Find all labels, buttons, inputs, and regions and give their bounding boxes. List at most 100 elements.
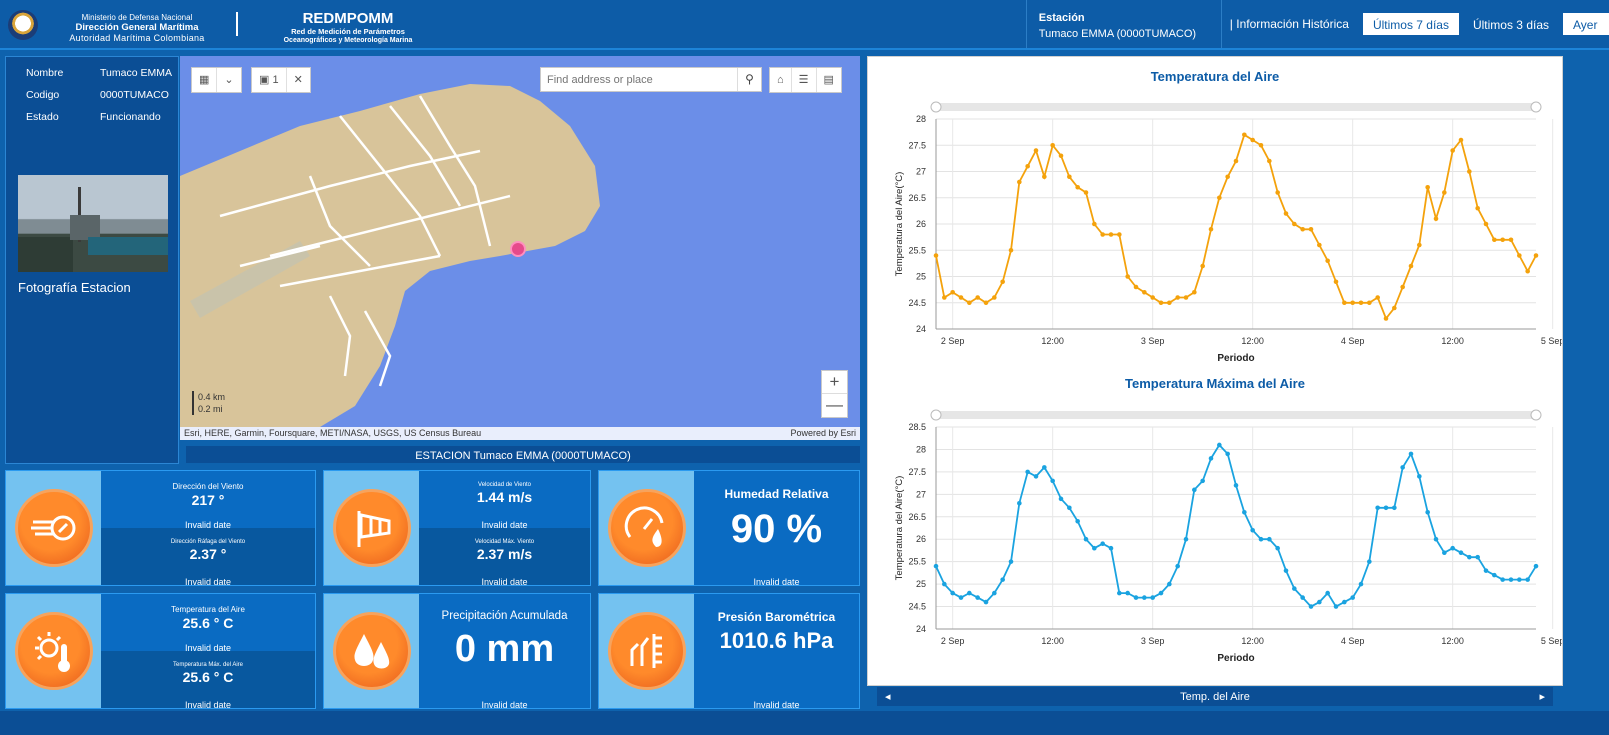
powered-by[interactable]: Powered by Esri bbox=[790, 428, 856, 439]
data-point[interactable] bbox=[1200, 478, 1205, 484]
zoom-in-button[interactable]: + bbox=[822, 371, 847, 394]
data-point[interactable] bbox=[1217, 195, 1222, 201]
station-photo[interactable] bbox=[18, 175, 168, 272]
data-point[interactable] bbox=[1383, 316, 1389, 321]
data-point[interactable] bbox=[1250, 527, 1255, 533]
data-point[interactable] bbox=[1333, 279, 1339, 285]
data-point[interactable] bbox=[1217, 442, 1222, 448]
range-handle-left[interactable] bbox=[930, 409, 942, 421]
data-point[interactable] bbox=[967, 590, 972, 596]
data-point[interactable] bbox=[1067, 174, 1072, 180]
data-point[interactable] bbox=[1500, 577, 1505, 582]
data-point[interactable] bbox=[983, 599, 989, 605]
last-3-days-button[interactable]: Últimos 3 días bbox=[1462, 13, 1559, 35]
yesterday-button[interactable]: Ayer bbox=[1563, 13, 1609, 35]
data-point[interactable] bbox=[1183, 536, 1189, 542]
data-point[interactable] bbox=[1233, 158, 1239, 164]
data-point[interactable] bbox=[1167, 300, 1172, 306]
series-line[interactable] bbox=[935, 443, 1537, 608]
station-map[interactable]: ▦ ⌄ ▣ 1 ✕ ⚲ ⌂ ☰ ▤ 0.4 km 0.2 mi + — Esri… bbox=[180, 56, 860, 440]
data-point[interactable] bbox=[1175, 563, 1180, 569]
station-value[interactable]: Tumaco EMMA (0000TUMACO) bbox=[1039, 28, 1217, 40]
data-point[interactable] bbox=[992, 590, 997, 596]
close-icon[interactable]: ✕ bbox=[287, 68, 310, 92]
data-point[interactable] bbox=[1417, 474, 1422, 479]
data-point[interactable] bbox=[1125, 590, 1130, 596]
grid-icon[interactable]: ▤ bbox=[817, 68, 841, 92]
data-point[interactable] bbox=[1125, 274, 1130, 279]
data-point[interactable] bbox=[1492, 237, 1497, 243]
data-point[interactable] bbox=[1050, 142, 1055, 148]
data-point[interactable] bbox=[1308, 604, 1314, 609]
data-point[interactable] bbox=[950, 289, 955, 295]
data-point[interactable] bbox=[1525, 268, 1530, 274]
data-point[interactable] bbox=[1017, 179, 1022, 185]
map-search[interactable]: ⚲ bbox=[540, 67, 762, 92]
data-point[interactable] bbox=[967, 300, 972, 306]
data-point[interactable] bbox=[1500, 237, 1505, 243]
data-point[interactable] bbox=[1083, 190, 1089, 195]
data-point[interactable] bbox=[1342, 300, 1347, 306]
data-point[interactable] bbox=[975, 595, 980, 600]
data-point[interactable] bbox=[1033, 474, 1039, 479]
home-icon[interactable]: ⌂ bbox=[770, 68, 792, 92]
data-point[interactable] bbox=[1400, 465, 1405, 470]
data-point[interactable] bbox=[1400, 284, 1405, 290]
data-point[interactable] bbox=[1358, 300, 1364, 306]
data-point[interactable] bbox=[958, 595, 964, 600]
data-point[interactable] bbox=[1283, 211, 1289, 216]
data-point[interactable] bbox=[1483, 568, 1489, 573]
data-point[interactable] bbox=[950, 590, 955, 596]
data-point[interactable] bbox=[983, 300, 989, 306]
data-point[interactable] bbox=[1242, 509, 1247, 515]
chevron-down-icon[interactable]: ⌄ bbox=[217, 68, 240, 92]
data-point[interactable] bbox=[1267, 158, 1272, 164]
data-point[interactable] bbox=[1058, 153, 1064, 159]
data-point[interactable] bbox=[1350, 595, 1355, 600]
data-point[interactable] bbox=[1208, 226, 1214, 232]
range-handle-right[interactable] bbox=[1530, 409, 1542, 421]
data-point[interactable] bbox=[1008, 247, 1014, 253]
basemap-icon[interactable]: ▦ bbox=[192, 68, 218, 92]
data-point[interactable] bbox=[1408, 451, 1414, 457]
data-point[interactable] bbox=[1025, 163, 1030, 169]
data-point[interactable] bbox=[1317, 599, 1322, 605]
data-point[interactable] bbox=[1017, 501, 1022, 506]
data-point[interactable] bbox=[1083, 536, 1089, 542]
data-point[interactable] bbox=[1100, 232, 1105, 237]
data-point[interactable] bbox=[1075, 518, 1080, 524]
data-point[interactable] bbox=[1042, 174, 1047, 180]
data-point[interactable] bbox=[1233, 483, 1239, 488]
data-point[interactable] bbox=[1508, 237, 1514, 243]
data-point[interactable] bbox=[1475, 205, 1480, 211]
data-point[interactable] bbox=[1192, 487, 1197, 493]
data-point[interactable] bbox=[1000, 279, 1005, 285]
data-point[interactable] bbox=[1250, 137, 1255, 143]
data-point[interactable] bbox=[1417, 242, 1422, 248]
data-point[interactable] bbox=[1258, 142, 1264, 148]
data-point[interactable] bbox=[992, 295, 997, 300]
data-point[interactable] bbox=[1433, 216, 1439, 222]
data-point[interactable] bbox=[1325, 258, 1330, 264]
data-point[interactable] bbox=[1375, 295, 1380, 300]
data-point[interactable] bbox=[1158, 300, 1164, 306]
data-point[interactable] bbox=[1367, 559, 1372, 564]
data-point[interactable] bbox=[1458, 137, 1464, 143]
data-point[interactable] bbox=[933, 253, 939, 258]
data-point[interactable] bbox=[1225, 451, 1230, 457]
data-point[interactable] bbox=[1408, 263, 1414, 269]
data-point[interactable] bbox=[1442, 550, 1447, 555]
data-point[interactable] bbox=[1075, 184, 1080, 190]
data-point[interactable] bbox=[1433, 536, 1439, 542]
search-input[interactable] bbox=[541, 68, 737, 91]
range-navigator[interactable] bbox=[936, 103, 1536, 111]
layer-icon[interactable]: ▣ 1 bbox=[252, 68, 287, 92]
data-point[interactable] bbox=[1267, 536, 1272, 542]
range-navigator[interactable] bbox=[936, 411, 1536, 419]
station-selector[interactable]: Estación Tumaco EMMA (0000TUMACO) bbox=[1025, 0, 1221, 48]
data-point[interactable] bbox=[1375, 505, 1380, 511]
data-point[interactable] bbox=[1117, 232, 1122, 237]
air-temp-chart[interactable]: 24 24.5 25 25.5 26 26.5 27 27.5 28 2 Sep 12:00 3 Se… bbox=[868, 97, 1562, 402]
data-point[interactable] bbox=[1425, 184, 1430, 190]
data-point[interactable] bbox=[1067, 505, 1072, 511]
